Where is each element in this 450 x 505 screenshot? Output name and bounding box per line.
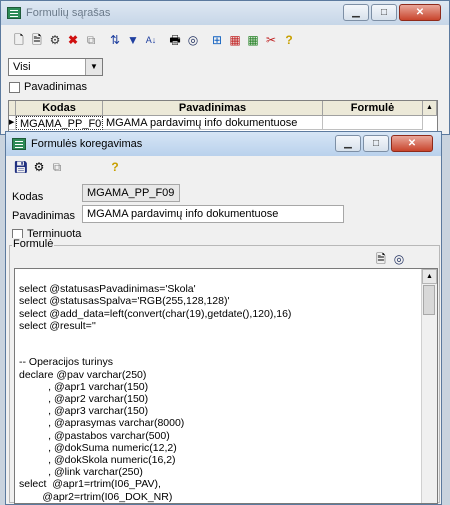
row-indicator-icon: ▶ [9,116,16,130]
table-cell-kodas[interactable]: MGAMA_PP_F09 [16,116,103,130]
help-icon[interactable]: ? [281,32,297,48]
vertical-scrollbar[interactable]: ▲ [421,269,437,503]
save-icon[interactable]: 💾︎ [13,159,29,175]
code-line: @apr2=rtrim(I06_DOK_NR) [19,490,173,503]
formula-edit-titlebar[interactable]: Formulės koregavimas ▁ □ ✕ [6,132,441,156]
find-icon[interactable]: ◎ [391,251,407,267]
code-line: select @add_data=left(convert(char(19),g… [19,307,292,320]
column-header-formule[interactable]: Formulė [323,101,423,116]
table-cell-pavadinimas[interactable]: MGAMA pardavimų info dokumentuose [103,116,323,130]
code-line: select @result='' [19,319,96,332]
scroll-up-button[interactable]: ▲ [422,269,437,284]
filter-selected: Visi [13,61,31,73]
formula-edit-title: Formulės koregavimas [31,138,143,150]
code-line: , @dokSuma numeric(12,2) [19,441,177,454]
kodas-field[interactable]: MGAMA_PP_F09 [82,184,180,202]
column-header-pavadinimas[interactable]: Pavadinimas [103,101,323,116]
formula-edit-window: Formulės koregavimas ▁ □ ✕ 💾︎ ⚙ ⧉ ? Koda… [5,131,442,505]
minimize-button[interactable]: ▁ [343,4,369,21]
code-line: select @apr1=rtrim(I06_PAV), [19,478,161,491]
maximize-button[interactable]: □ [363,135,389,152]
document-icon[interactable]: 🗎 [373,251,389,267]
copy-icon[interactable]: ⧉ [83,32,99,48]
formule-groupbox: Formulė 🗎 ◎ select @statusasPavadinimas=… [9,238,440,504]
name-filter-checkbox-row[interactable]: Pavadinimas [9,81,87,93]
copy-icon[interactable]: ⧉ [49,159,65,175]
pavadinimas-label: Pavadinimas [12,210,75,222]
code-line: declare @pav varchar(250) [19,368,147,381]
formulas-list-window: Formulių sąrašas ▁ □ ✕ 🗋 🗎 ⚙ ✖ ⧉ ⇅ ▼ A↓ … [0,0,450,136]
code-line: , @apr2 varchar(150) [19,393,149,405]
row-indicator-header [9,101,16,116]
find-icon[interactable]: ◎ [185,32,201,48]
edit-document-icon[interactable]: 🗎 [29,32,45,48]
scrollbar-thumb[interactable] [423,285,435,315]
name-filter-checkbox[interactable] [9,81,20,93]
new-document-icon[interactable]: 🗋 [11,32,27,48]
close-button[interactable]: ✕ [399,4,441,21]
formula-code-editor[interactable]: select @statusasPavadinimas='Skola' selec… [14,268,438,504]
chevron-down-icon[interactable]: ▼ [85,59,102,75]
delete-icon[interactable]: ✖ [65,32,81,48]
code-line: select @statusasSpalva='RGB(255,128,128)… [19,295,230,308]
code-line: , @link varchar(250) [19,466,143,479]
sort-az-icon[interactable]: A↓ [143,32,159,48]
code-line: , @apr1 varchar(150) [19,380,149,393]
scroll-up-button[interactable]: ▲ [423,101,437,116]
print-icon[interactable]: 🖶 [167,32,183,48]
pavadinimas-field[interactable]: MGAMA pardavimų info dokumentuose [82,205,344,223]
tree-icon[interactable]: ⊞ [209,32,225,48]
close-button[interactable]: ✕ [391,135,433,152]
edit-toolbar: 💾︎ ⚙ ⧉ ? [13,159,125,175]
sort-icon[interactable]: ⇅ [107,32,123,48]
code-line: , @apr3 varchar(150) [19,405,149,418]
name-filter-label: Pavadinimas [24,81,87,93]
code-line: , @pastabos varchar(500) [19,429,170,442]
code-line: -- Operacijos turinys [19,356,113,369]
minimize-button[interactable]: ▁ [335,135,361,152]
tools-delete-icon[interactable]: ✂ [263,32,279,48]
formulas-list-title: Formulių sąrašas [26,7,111,19]
code-line: select @statusasPavadinimas='Skola' [19,283,196,296]
kodas-label: Kodas [12,191,44,203]
app-icon [12,138,26,150]
app-icon [7,7,21,19]
column-header-kodas[interactable]: Kodas [16,101,103,116]
code-line: , @dokSkola numeric(16,2) [19,454,176,466]
properties-icon[interactable]: ⚙ [47,32,63,48]
formule-group-title: Formulė [12,238,55,250]
export-icon[interactable]: ▦ [227,32,243,48]
filter-icon[interactable]: ▼ [125,32,141,48]
maximize-button[interactable]: □ [371,4,397,21]
table-cell-formule[interactable] [323,116,423,130]
code-line: , @aprasymas varchar(8000) [19,417,185,430]
properties-icon[interactable]: ⚙ [31,159,47,175]
import-icon[interactable]: ▦ [245,32,261,48]
filter-dropdown[interactable]: Visi ▼ [8,58,103,76]
help-icon[interactable]: ? [107,159,123,175]
formulas-list-titlebar[interactable]: Formulių sąrašas ▁ □ ✕ [1,1,449,25]
list-toolbar: 🗋 🗎 ⚙ ✖ ⧉ ⇅ ▼ A↓ 🖶 ◎ ⊞ ▦ ▦ ✂ ? [11,32,299,48]
